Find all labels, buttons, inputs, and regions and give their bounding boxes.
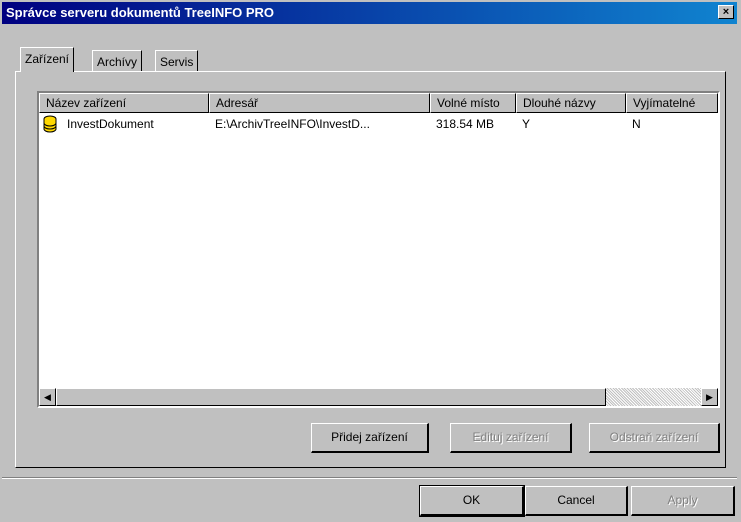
tab-label: Servis [160,55,194,69]
tab-archivy[interactable]: Archívy [92,50,143,72]
apply-button[interactable]: Apply [631,486,735,516]
ok-button[interactable]: OK [419,485,525,517]
column-header-volne-misto[interactable]: Volné místo [430,93,516,113]
tab-label: Zařízení [25,52,70,66]
cell-vyjimatelne: N [632,117,641,131]
cell-volne-misto: 318.54 MB [436,117,495,131]
column-header-dlouhe-nazvy[interactable]: Dlouhé názvy [516,93,626,113]
horizontal-scrollbar[interactable]: ◀ ▶ [39,388,718,406]
scroll-thumb[interactable] [56,388,606,406]
cell-adresar: E:\ArchivTreeINFO\InvestD... [215,117,370,131]
table-row[interactable]: InvestDokument E:\ArchivTreeINFO\InvestD… [39,113,718,133]
tab-label: Archívy [97,55,138,69]
dialog-window: Správce serveru dokumentů TreeINFO PRO ×… [0,0,741,522]
cancel-button[interactable]: Cancel [525,486,628,516]
device-list[interactable]: Název zařízení Adresář Volné místo Dlouh… [37,91,720,408]
column-header-vyjimatelne[interactable]: Vyjímatelné [626,93,718,113]
cell-nazev: InvestDokument [67,117,154,131]
tab-zarizeni[interactable]: Zařízení [20,47,75,72]
cell-dlouhe-nazvy: Y [522,117,531,131]
scroll-left-button[interactable]: ◀ [39,388,56,406]
tab-servis[interactable]: Servis [155,50,199,72]
column-header-adresar[interactable]: Adresář [209,93,430,113]
column-header-nazev[interactable]: Název zařízení [39,93,209,113]
remove-device-button[interactable]: Odstraň zařízení [589,423,720,453]
title-bar[interactable]: Správce serveru dokumentů TreeINFO PRO × [2,2,737,24]
close-button[interactable]: × [718,5,734,19]
database-icon [43,115,57,133]
edit-device-button[interactable]: Edituj zařízení [450,423,572,453]
separator [2,477,737,479]
add-device-button[interactable]: Přidej zařízení [311,423,429,453]
scroll-right-button[interactable]: ▶ [701,388,718,406]
window-title: Správce serveru dokumentů TreeINFO PRO [6,5,275,20]
